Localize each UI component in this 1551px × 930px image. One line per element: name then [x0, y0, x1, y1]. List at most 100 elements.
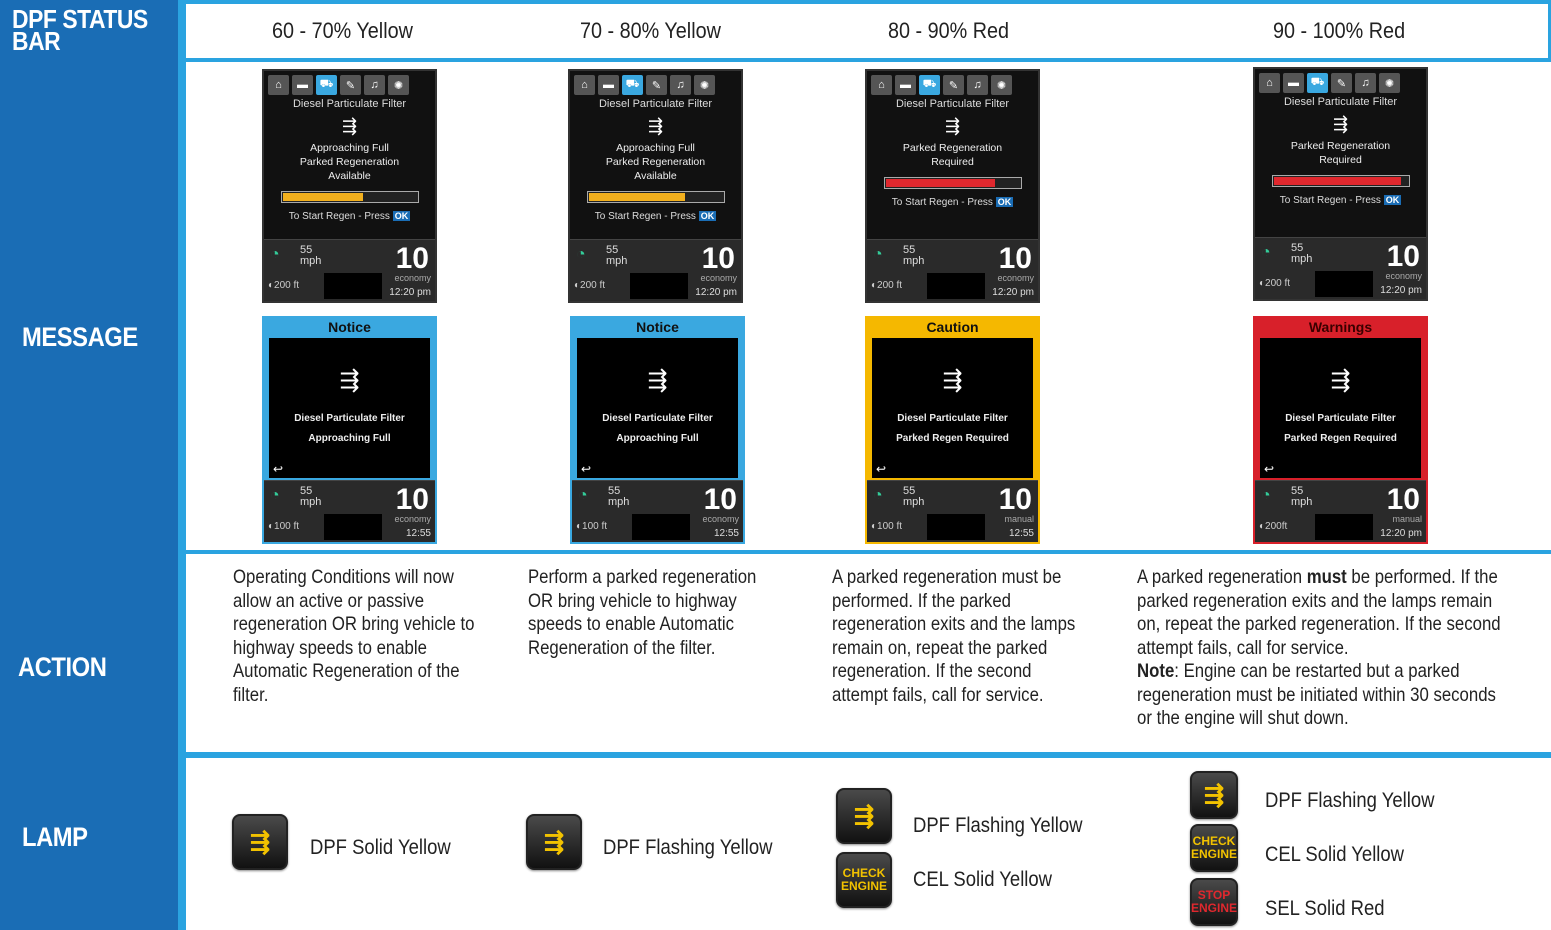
clock-readout: 12:20 pm	[389, 287, 431, 298]
dashboard-screen: ⌂ ▬ ⛟ ✎ ♫ ✺ Diesel Particulate Filter ⇶ Approach…	[262, 69, 437, 303]
dpf-icon: ⇶	[944, 116, 961, 136]
speedometer-icon: ◔	[1261, 244, 1271, 261]
settings-icon[interactable]: ✺	[1379, 73, 1400, 93]
speedometer-icon: ◔	[576, 246, 586, 263]
action-text: Perform a parked regeneration OR bring v…	[528, 566, 757, 659]
speed-readout: 55 mph	[606, 245, 627, 267]
alert-line: Parked Regen Required	[896, 433, 1009, 444]
column-header: 70 - 80% Yellow	[580, 18, 721, 43]
ok-button-glyph: OK	[1383, 195, 1402, 205]
speed-readout: 55 mph	[903, 486, 924, 508]
screen-status-strip: ◔ 55 mph 10 ◐100 ft economy 12:55	[572, 480, 743, 542]
ok-button-glyph: OK	[392, 211, 411, 221]
wrench-icon[interactable]: ✎	[943, 75, 964, 95]
dashboard-screen: ⌂ ▬ ⛟ ✎ ♫ ✺ Diesel Particulate Filter ⇶ Approach…	[568, 69, 743, 303]
back-arrow-icon[interactable]: ↩	[1264, 462, 1274, 476]
alert-line: Diesel Particulate Filter	[897, 413, 1008, 424]
wrench-icon[interactable]: ✎	[340, 75, 361, 95]
drive-mode: manual	[1004, 514, 1034, 524]
drive-mode: economy	[1385, 271, 1422, 281]
altitude-readout: ◐200 ft	[268, 280, 300, 291]
back-arrow-icon[interactable]: ↩	[581, 462, 591, 476]
row-label-action: ACTION	[18, 652, 107, 682]
truck-icon[interactable]: ▬	[598, 75, 619, 95]
dpf-icon[interactable]: ⛟	[919, 75, 940, 95]
action-text: A parked regeneration must be performed.…	[832, 566, 1076, 706]
big-readout: 10	[1386, 240, 1420, 273]
dpf-progress-bar	[586, 191, 725, 203]
alert-message: Diesel Particulate Filter Approaching Ful…	[269, 409, 430, 449]
alert-header: Notice	[328, 319, 371, 335]
start-regen-hint: To Start Regen - Press OK	[264, 211, 435, 222]
back-arrow-icon[interactable]: ↩	[876, 462, 886, 476]
home-icon[interactable]: ⌂	[268, 75, 289, 95]
alert-body: ⇶ Diesel Particulate Filter Approaching Fu…	[269, 338, 430, 478]
blank-panel	[1315, 271, 1373, 297]
status-label-text: DPF STATUS BAR	[12, 4, 148, 56]
screen-title: Diesel Particulate Filter	[1283, 96, 1398, 108]
truck-icon[interactable]: ▬	[895, 75, 916, 95]
music-icon[interactable]: ♫	[670, 75, 691, 95]
drive-mode: manual	[1392, 514, 1422, 524]
speed-readout: 55 mph	[300, 486, 321, 508]
dpf-icon: ⇶	[942, 367, 963, 394]
settings-icon[interactable]: ✺	[694, 75, 715, 95]
home-icon[interactable]: ⌂	[871, 75, 892, 95]
home-icon[interactable]: ⌂	[1259, 73, 1280, 93]
alert-line: Approaching Full	[308, 433, 391, 444]
wrench-icon[interactable]: ✎	[1331, 73, 1352, 93]
altitude-readout: ◐100 ft	[871, 521, 903, 532]
dpf-icon[interactable]: ⛟	[1307, 73, 1328, 93]
drive-mode: economy	[394, 273, 431, 283]
altitude-readout: ◐200 ft	[871, 280, 903, 291]
alert-header: Caution	[926, 319, 979, 335]
truck-icon[interactable]: ▬	[292, 75, 313, 95]
speedometer-icon: ◔	[270, 487, 280, 504]
drive-mode: economy	[700, 273, 737, 283]
ok-button-glyph: OK	[698, 211, 717, 221]
screen-status-strip: ◔ 55 mph 10 ◐200ft manual 12:20 pm	[1255, 480, 1426, 542]
settings-icon[interactable]: ✺	[388, 75, 409, 95]
drive-mode: economy	[394, 514, 431, 524]
dpf-progress-bar	[280, 191, 419, 203]
start-regen-hint: To Start Regen - Press OK	[570, 211, 741, 222]
back-arrow-icon[interactable]: ↩	[273, 462, 283, 476]
ok-button-glyph: OK	[995, 197, 1014, 207]
screen-message-line: Approaching Full	[310, 142, 389, 154]
row-label-status: DPF STATUS BAR	[12, 4, 169, 56]
alert-header: Warnings	[1308, 319, 1373, 335]
dpf-icon[interactable]: ⛟	[622, 75, 643, 95]
speed-unit: mph	[903, 496, 925, 508]
speedometer-icon: ◔	[1261, 487, 1271, 504]
dpf-icon[interactable]: ⛟	[316, 75, 337, 95]
screen-status-strip: ◔ 55 mph 10 ◐100 ft manual 12:55	[867, 480, 1038, 542]
dpf-progress-bar	[1271, 175, 1410, 187]
speed-readout: 55 mph	[1291, 243, 1312, 265]
truck-icon[interactable]: ▬	[1283, 73, 1304, 93]
alert-body: ⇶ Diesel Particulate Filter Approaching Fu…	[577, 338, 738, 478]
big-readout: 10	[701, 242, 735, 275]
wrench-icon[interactable]: ✎	[646, 75, 667, 95]
dpf-symbol: ⇶	[249, 828, 271, 856]
settings-icon[interactable]: ✺	[991, 75, 1012, 95]
big-readout: 10	[395, 242, 429, 275]
screen-message: Approaching Full Parked Regeneration Avail…	[570, 141, 741, 183]
screen-message-line: Parked Regeneration	[1290, 140, 1391, 152]
home-icon[interactable]: ⌂	[574, 75, 595, 95]
dpf-symbol: ⇶	[543, 828, 565, 856]
alert-message: Diesel Particulate Filter Parked Regen Re…	[1260, 409, 1421, 449]
screen-icon-bar: ⌂ ▬ ⛟ ✎ ♫ ✺	[1255, 69, 1426, 93]
row-label-message: MESSAGE	[22, 322, 138, 352]
lamp-label: DPF Solid Yellow	[310, 836, 451, 859]
screen-message: Parked Regeneration Required	[1255, 139, 1426, 167]
screen-message-line: Required	[931, 156, 974, 168]
action-text: Operating Conditions will now allow an a…	[233, 566, 475, 706]
alert-line: Diesel Particulate Filter	[294, 413, 405, 424]
music-icon[interactable]: ♫	[364, 75, 385, 95]
music-icon[interactable]: ♫	[967, 75, 988, 95]
music-icon[interactable]: ♫	[1355, 73, 1376, 93]
row-divider	[186, 752, 1551, 758]
dpf-progress-fill	[588, 193, 685, 201]
dpf-progress-fill	[885, 179, 996, 187]
dpf-icon: ⇶	[1330, 367, 1351, 394]
